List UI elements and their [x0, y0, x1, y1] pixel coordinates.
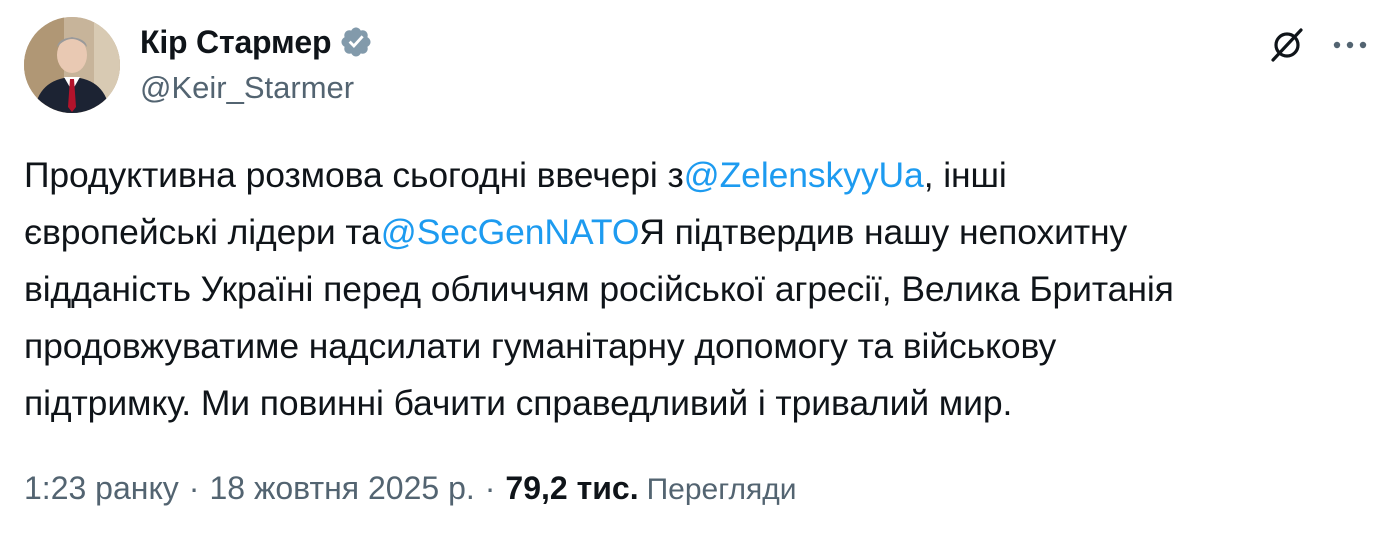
avatar[interactable]	[24, 17, 120, 113]
text-segment: європейські лідери та	[24, 212, 381, 252]
tweet: Кір Стармер @Keir_Starmer Продуктивна ро…	[0, 0, 1400, 546]
more-options-button[interactable]	[1327, 22, 1373, 68]
grok-icon	[1271, 28, 1303, 62]
grok-button[interactable]	[1264, 22, 1310, 68]
tweet-text-line-5: підтримку. Ми повинні бачити справедливи…	[24, 383, 1013, 423]
mention-secgennato[interactable]: @SecGenNATO	[381, 212, 640, 252]
views-count[interactable]: 79,2 тис.	[505, 470, 638, 507]
mention-zelenskyyua[interactable]: @ZelenskyyUa	[684, 155, 924, 195]
author-handle[interactable]: @Keir_Starmer	[140, 70, 354, 106]
more-horizontal-icon	[1333, 41, 1367, 49]
tweet-text-line-3: відданість Україні перед обличчям російс…	[24, 269, 1174, 309]
meta-separator: ·	[188, 470, 200, 506]
profile-photo-icon	[24, 17, 120, 113]
tweet-date[interactable]: 18 жовтня 2025 р.	[209, 470, 474, 507]
verified-badge-icon[interactable]	[339, 25, 373, 59]
text-segment: Продуктивна розмова сьогодні ввечері з	[24, 155, 684, 195]
tweet-text-line-1: Продуктивна розмова сьогодні ввечері з@Z…	[24, 147, 1374, 204]
tweet-meta: 1:23 ранку · 18 жовтня 2025 р. · 79,2 ти…	[24, 470, 797, 507]
views-label: Перегляди	[646, 473, 797, 506]
tweet-text: Продуктивна розмова сьогодні ввечері з@Z…	[24, 147, 1374, 432]
author-display-name[interactable]: Кір Стармер	[140, 24, 332, 61]
tweet-time[interactable]: 1:23 ранку	[24, 470, 179, 507]
tweet-text-line-2: європейські лідери та@SecGenNATOЯ підтве…	[24, 204, 1374, 261]
author-name-row: Кір Стармер	[140, 20, 373, 64]
meta-separator: ·	[484, 470, 496, 506]
text-segment: , інші	[923, 155, 1007, 195]
text-segment: Я підтвердив нашу непохитну	[639, 212, 1128, 252]
tweet-text-line-4: продовжуватиме надсилати гуманітарну доп…	[24, 326, 1057, 366]
